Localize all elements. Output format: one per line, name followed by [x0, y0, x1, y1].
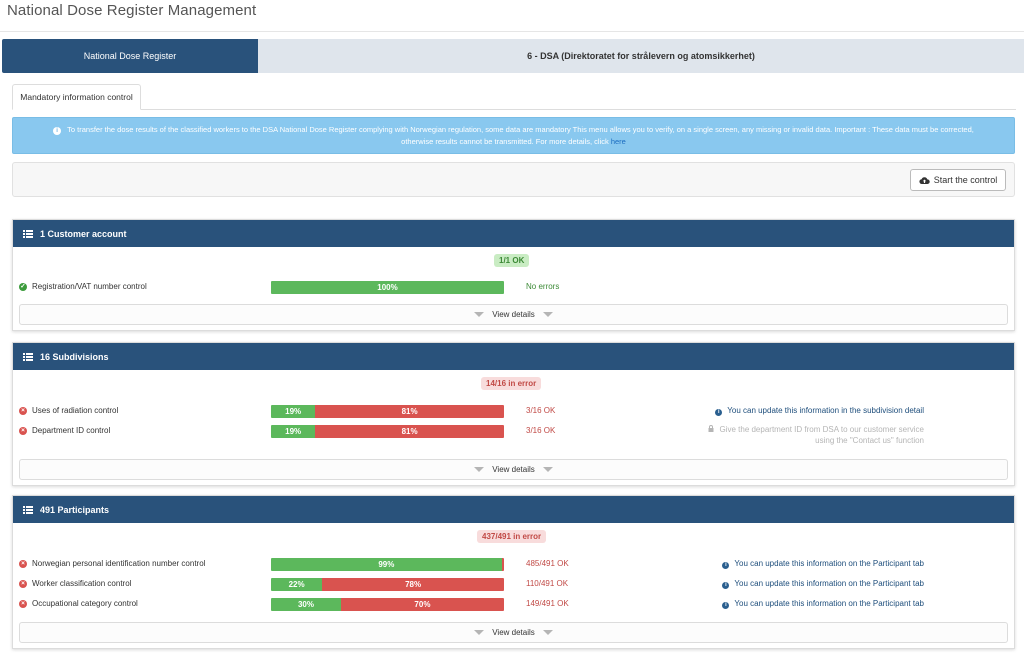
- help-note-text: You can update this information on the P…: [734, 599, 924, 608]
- help-note: i You can update this information on the …: [722, 579, 924, 589]
- info-icon: i: [722, 562, 730, 569]
- summary-badge: 14/16 in error: [481, 377, 542, 390]
- error-circle-icon: ×: [19, 560, 27, 568]
- info-here-link[interactable]: here: [611, 137, 626, 146]
- page-title: National Dose Register Management: [7, 2, 257, 19]
- section-header: 491 Participants: [13, 496, 1014, 523]
- help-note: Give the department ID from DSA to our c…: [708, 424, 924, 446]
- check-circle-icon: ✓: [19, 283, 27, 291]
- chevron-down-icon: [474, 630, 485, 635]
- progress-error-segment: 70%: [340, 598, 504, 611]
- progress-bar: 22% 78%: [271, 578, 504, 591]
- control-row: × Occupational category control 30% 70% …: [13, 596, 1014, 612]
- control-label: Worker classification control: [32, 579, 132, 588]
- error-circle-icon: ×: [19, 427, 27, 435]
- info-icon: i: [53, 127, 62, 135]
- section-subdivisions: 16 Subdivisions 14/16 in error × Uses of…: [12, 342, 1015, 486]
- progress-ok-segment: 22%: [271, 578, 323, 591]
- help-note: i You can update this information on the …: [722, 599, 924, 609]
- control-row: × Department ID control 19% 81% 3/16 OK …: [13, 423, 1014, 445]
- progress-ok-segment: 19%: [271, 405, 316, 418]
- section-header: 16 Subdivisions: [13, 343, 1014, 370]
- tab-dsa[interactable]: 6 - DSA (Direktoratet for strålevern og …: [258, 39, 1024, 73]
- info-alert: i To transfer the dose results of the cla…: [12, 117, 1015, 154]
- control-status: 485/491 OK: [526, 559, 569, 568]
- control-status: 149/491 OK: [526, 599, 569, 608]
- error-circle-icon: ×: [19, 600, 27, 608]
- view-details-button[interactable]: View details: [19, 459, 1008, 480]
- help-note: i You can update this information on the …: [722, 559, 924, 569]
- info-icon: i: [722, 582, 730, 589]
- help-note-text: You can update this information on the P…: [734, 559, 924, 568]
- control-status: 110/491 OK: [526, 579, 569, 588]
- view-details-label: View details: [492, 628, 535, 637]
- control-label: Norwegian personal identification number…: [32, 559, 206, 568]
- view-details-label: View details: [492, 310, 535, 319]
- control-label: Uses of radiation control: [32, 406, 119, 415]
- chevron-down-icon: [542, 467, 553, 472]
- section-title: 491 Participants: [40, 504, 110, 515]
- progress-error-segment: 81%: [315, 405, 504, 418]
- progress-bar: 19% 81%: [271, 405, 504, 418]
- control-label: Occupational category control: [32, 599, 138, 608]
- control-row: ✓ Registration/VAT number control 100% N…: [13, 279, 1014, 295]
- control-status: 3/16 OK: [526, 426, 556, 435]
- list-icon: [23, 352, 33, 361]
- section-header: 1 Customer account: [13, 220, 1014, 247]
- progress-bar: 100%: [271, 281, 504, 294]
- progress-ok-segment: 99%: [271, 558, 502, 571]
- control-label: Registration/VAT number control: [32, 282, 147, 291]
- chevron-down-icon: [474, 467, 485, 472]
- error-circle-icon: ×: [19, 407, 27, 415]
- info-icon: i: [722, 602, 730, 609]
- progress-bar: 30% 70%: [271, 598, 504, 611]
- tab-mandatory-information-control[interactable]: Mandatory information control: [12, 84, 141, 110]
- progress-bar: 99%: [271, 558, 504, 571]
- help-note: i You can update this information in the …: [715, 406, 924, 416]
- section-title: 1 Customer account: [40, 228, 127, 239]
- progress-ok-segment: 100%: [271, 281, 504, 294]
- control-row: × Norwegian personal identification numb…: [13, 556, 1014, 572]
- view-details-label: View details: [492, 465, 535, 474]
- error-circle-icon: ×: [19, 580, 27, 588]
- cloud-upload-icon: [919, 176, 930, 184]
- section-customer-account: 1 Customer account 1/1 OK ✓ Registration…: [12, 219, 1015, 331]
- start-control-label: Start the control: [933, 175, 998, 185]
- progress-error-segment: 81%: [315, 425, 504, 438]
- title-divider: [0, 31, 1024, 32]
- list-icon: [23, 229, 33, 238]
- progress-bar: 19% 81%: [271, 425, 504, 438]
- section-participants: 491 Participants 437/491 in error × Norw…: [12, 495, 1015, 649]
- chevron-down-icon: [542, 630, 553, 635]
- section-title: 16 Subdivisions: [40, 351, 109, 362]
- top-tabs: National Dose Register 6 - DSA (Direktor…: [2, 39, 1024, 73]
- chevron-down-icon: [474, 312, 485, 317]
- progress-ok-segment: 30%: [271, 598, 341, 611]
- start-control-button[interactable]: Start the control: [910, 169, 1006, 191]
- control-toolbar: Start the control: [12, 162, 1015, 197]
- control-row: × Uses of radiation control 19% 81% 3/16…: [13, 403, 1014, 419]
- tab-national-dose-register[interactable]: National Dose Register: [2, 39, 258, 73]
- chevron-down-icon: [542, 312, 553, 317]
- control-status: No errors: [526, 282, 560, 291]
- control-status: 3/16 OK: [526, 406, 556, 415]
- view-details-button[interactable]: View details: [19, 304, 1008, 325]
- summary-badge: 437/491 in error: [477, 530, 547, 543]
- control-label: Department ID control: [32, 426, 111, 435]
- info-text: To transfer the dose results of the clas…: [67, 125, 974, 146]
- help-note-text: Give the department ID from DSA to our c…: [719, 425, 924, 434]
- help-note-text: You can update this information in the s…: [727, 406, 924, 415]
- summary-badge: 1/1 OK: [494, 254, 530, 267]
- progress-ok-segment: 19%: [271, 425, 316, 438]
- progress-error-segment: 78%: [322, 578, 504, 591]
- info-icon: i: [715, 409, 723, 416]
- progress-error-segment: [501, 558, 504, 571]
- view-details-button[interactable]: View details: [19, 622, 1008, 643]
- control-row: × Worker classification control 22% 78% …: [13, 576, 1014, 592]
- list-icon: [23, 505, 33, 514]
- help-note-text: You can update this information on the P…: [734, 579, 924, 588]
- sub-tabs: Mandatory information control: [12, 84, 1016, 110]
- help-note-text: using the "Contact us" function: [815, 436, 924, 445]
- lock-icon: [708, 424, 714, 435]
